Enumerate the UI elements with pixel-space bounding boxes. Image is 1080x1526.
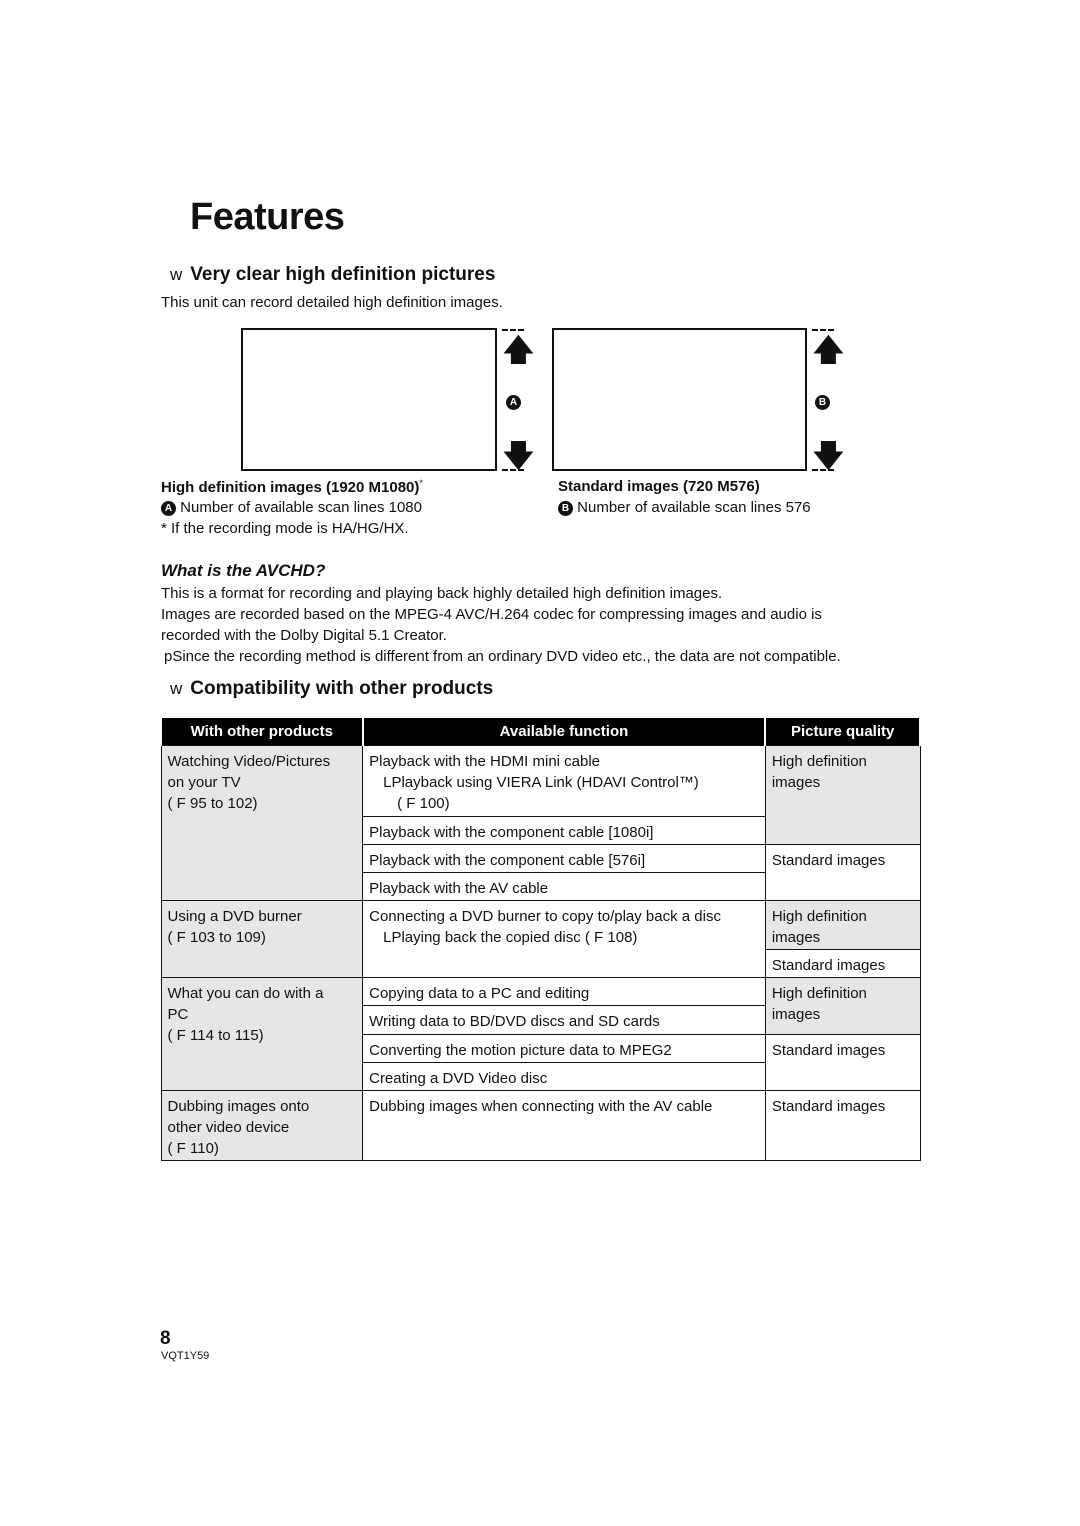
arrow-up-icon: 🡅 bbox=[813, 334, 844, 367]
function-cell: Playback with the AV cable bbox=[362, 872, 766, 901]
bullet: w bbox=[170, 679, 183, 698]
asterisk: * bbox=[419, 478, 423, 488]
section-heading-hd: w Very clear high definition pictures bbox=[170, 264, 495, 286]
desc-text: Number of available scan lines 576 bbox=[577, 499, 811, 516]
arrow-up-icon: 🡅 bbox=[503, 334, 534, 367]
avchd-p4: pSince the recording method is different… bbox=[164, 648, 841, 665]
marker-a-icon: A bbox=[506, 395, 521, 411]
compatibility-table: With other products Available function P… bbox=[160, 718, 921, 1161]
heading-text: Compatibility with other products bbox=[190, 678, 494, 699]
quality-cell: Standard images bbox=[764, 844, 921, 901]
hd-caption: High definition images (1920 M1080)* bbox=[161, 478, 423, 496]
sd-caption: Standard images (720 M576) bbox=[558, 478, 760, 495]
function-cell: Creating a DVD Video disc bbox=[362, 1062, 766, 1091]
quality-cell: High definition images bbox=[764, 745, 921, 845]
table-header: With other products Available function P… bbox=[160, 718, 921, 746]
header-quality: Picture quality bbox=[764, 718, 921, 746]
function-cell: Converting the motion picture data to MP… bbox=[362, 1034, 766, 1063]
quality-cell: High definition images bbox=[764, 900, 921, 950]
document-code: VQT1Y59 bbox=[161, 1350, 210, 1362]
product-cell: Using a DVD burner( F 103 to 109) bbox=[160, 900, 364, 978]
hd-desc: A Number of available scan lines 1080 bbox=[161, 499, 422, 516]
section-heading-compat: w Compatibility with other products bbox=[170, 678, 493, 700]
hd-frame-diagram bbox=[241, 328, 497, 471]
product-cell: Watching Video/Pictures on your TV( F 95 … bbox=[160, 745, 364, 901]
page-number: 8 bbox=[160, 1328, 171, 1349]
table-row: Using a DVD burner( F 103 to 109) Connec… bbox=[160, 900, 921, 978]
heading-text: Very clear high definition pictures bbox=[190, 264, 496, 285]
marker-b-icon: B bbox=[815, 395, 830, 411]
function-cell: Playback with the HDMI mini cable LPlayba… bbox=[362, 745, 766, 817]
function-cell: Writing data to BD/DVD discs and SD card… bbox=[362, 1005, 766, 1035]
avchd-p2: Images are recorded based on the MPEG-4 … bbox=[161, 606, 822, 623]
avchd-p1: This is a format for recording and playi… bbox=[161, 585, 723, 602]
header-function: Available function bbox=[361, 718, 767, 746]
function-cell: Playback with the component cable [576i] bbox=[362, 844, 766, 873]
page-title: Features bbox=[190, 196, 345, 238]
function-cell: Dubbing images when connecting with the … bbox=[362, 1090, 766, 1161]
function-cell: Connecting a DVD burner to copy to/play … bbox=[362, 900, 766, 978]
manual-page: Features w Very clear high definition pic… bbox=[0, 0, 1080, 1526]
avchd-heading: What is the AVCHD? bbox=[161, 561, 326, 580]
quality-cell: Standard images bbox=[764, 949, 921, 978]
header-products: With other products bbox=[160, 718, 364, 746]
table-row: Dubbing images onto other video device( F… bbox=[160, 1090, 921, 1161]
quality-cell: Standard images bbox=[764, 1090, 921, 1161]
sd-frame-diagram bbox=[552, 328, 807, 471]
caption-text: High definition images (1920 M1080) bbox=[161, 479, 420, 496]
function-cell: Copying data to a PC and editing bbox=[362, 977, 766, 1006]
quality-cell: Standard images bbox=[764, 1034, 921, 1091]
quality-cell: High definition images bbox=[764, 977, 921, 1035]
arrow-down-icon: 🡇 bbox=[813, 440, 844, 473]
marker-b-icon: B bbox=[558, 500, 573, 516]
hd-note: * If the recording mode is HA/HG/HX. bbox=[161, 520, 409, 537]
function-cell: Playback with the component cable [1080i… bbox=[362, 816, 766, 845]
product-cell: What you can do with a PC( F 114 to 115) bbox=[160, 977, 364, 1091]
marker-a-icon: A bbox=[161, 500, 176, 516]
product-cell: Dubbing images onto other video device( F… bbox=[160, 1090, 364, 1161]
arrow-down-icon: 🡇 bbox=[503, 440, 534, 473]
table-row: What you can do with a PC( F 114 to 115) … bbox=[160, 977, 921, 1091]
desc-text: Number of available scan lines 1080 bbox=[180, 499, 422, 516]
table-row: Watching Video/Pictures on your TV( F 95 … bbox=[160, 745, 921, 901]
avchd-p3: recorded with the Dolby Digital 5.1 Crea… bbox=[161, 627, 447, 644]
sd-desc: B Number of available scan lines 576 bbox=[558, 499, 811, 516]
bullet: w bbox=[170, 265, 183, 284]
intro-text: This unit can record detailed high defin… bbox=[161, 294, 503, 311]
